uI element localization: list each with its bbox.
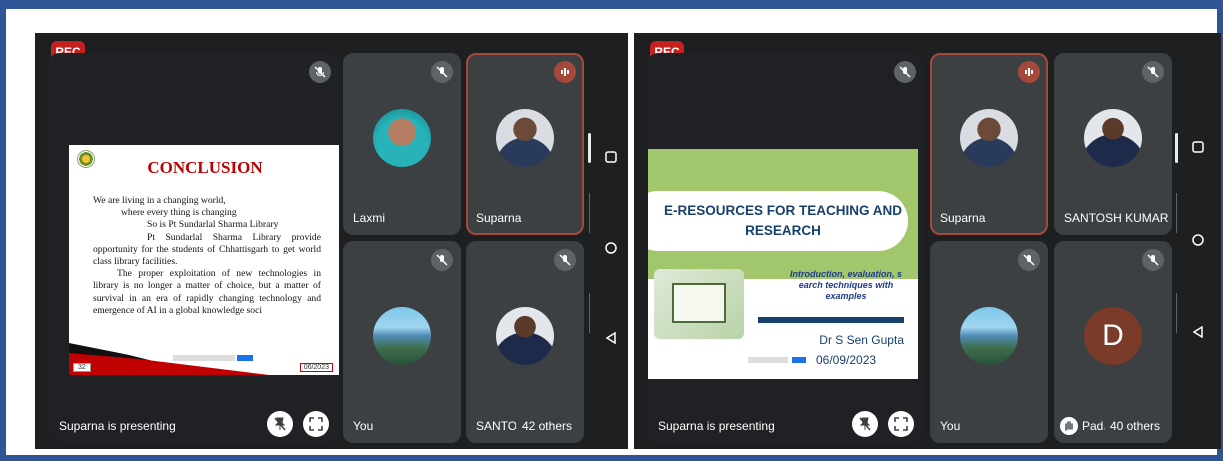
avatar <box>373 307 431 365</box>
document-frame: REC CONCLUSION We are living in a changi… <box>6 9 1221 455</box>
back-button[interactable] <box>602 329 620 347</box>
slide-subtitle: Introduction, evaluation, s earch techni… <box>789 269 902 301</box>
others-count-badge[interactable]: 40 others <box>1103 415 1166 437</box>
android-nav-bar <box>594 33 628 449</box>
divider <box>1176 193 1177 233</box>
fullscreen-button[interactable] <box>303 411 329 437</box>
slide-page-number: 32 <box>73 363 91 372</box>
mic-off-icon <box>431 61 453 83</box>
avatar <box>496 307 554 365</box>
pin-off-icon <box>274 417 286 431</box>
participant-name: Laxmi <box>353 211 386 225</box>
avatar: D <box>1084 307 1142 365</box>
toolbar-mini <box>173 355 235 361</box>
square-icon <box>1192 141 1204 153</box>
recents-button[interactable] <box>1189 138 1207 156</box>
slide-date: 06/09/2023 <box>816 353 877 367</box>
participant-tile-suparna[interactable]: Suparna <box>466 53 584 235</box>
presentation-tile[interactable]: CONCLUSION We are living in a changing w… <box>49 53 339 443</box>
participant-name: Suparna <box>940 211 986 225</box>
mic-off-icon <box>894 61 916 83</box>
presenting-label: Suparna is presenting <box>59 419 176 433</box>
avatar <box>960 109 1018 167</box>
participant-name: Suparna <box>476 211 522 225</box>
participant-tile-you[interactable]: You <box>343 241 461 443</box>
e-resources-slide: E-RESOURCES FOR TEACHING AND RESEARCH In… <box>648 149 918 379</box>
pin-off-icon <box>859 417 871 431</box>
mic-off-icon <box>1142 61 1164 83</box>
conclusion-slide: CONCLUSION We are living in a changing w… <box>69 145 339 375</box>
speaking-icon <box>554 61 576 83</box>
triangle-back-icon <box>605 332 616 344</box>
slide-title: CONCLUSION <box>147 158 263 177</box>
scrollbar[interactable] <box>588 133 591 163</box>
toolbar-mini-button <box>237 355 253 361</box>
unpin-button[interactable] <box>852 411 878 437</box>
participant-tile-pada[interactable]: D Pada 40 others <box>1054 241 1172 443</box>
home-button[interactable] <box>1189 231 1207 249</box>
avatar <box>373 109 431 167</box>
unpin-button[interactable] <box>267 411 293 437</box>
participant-name: SANTOSH KUMAR <box>1064 211 1169 225</box>
slide-page-number: 1 <box>652 361 658 371</box>
divider <box>1176 293 1177 333</box>
tablet-illustration <box>654 269 744 339</box>
meet-screenshot-2: REC E-RESOURCES FOR TEACHING AND RESEARC… <box>634 33 1221 449</box>
meet-screenshot-1: REC CONCLUSION We are living in a changi… <box>35 33 628 449</box>
back-button[interactable] <box>1189 323 1207 341</box>
circle-icon <box>605 242 617 254</box>
square-icon <box>605 151 617 163</box>
slide-title: E-RESOURCES FOR TEACHING AND RESEARCH <box>663 203 902 238</box>
slide-date: 06/2023 <box>299 363 333 372</box>
participant-tile-suparna[interactable]: Suparna <box>930 53 1048 235</box>
triangle-back-icon <box>1192 326 1203 338</box>
toolbar-mini <box>748 357 788 363</box>
mic-off-icon <box>309 61 331 83</box>
speaking-icon <box>1018 61 1040 83</box>
avatar <box>1084 109 1142 167</box>
participant-tile-santosh[interactable]: SANTOSH 42 others <box>466 241 584 443</box>
participant-tile-you[interactable]: You <box>930 241 1048 443</box>
slide-divider-bar <box>758 317 904 323</box>
fullscreen-button[interactable] <box>888 411 914 437</box>
presenting-label: Suparna is presenting <box>658 419 775 433</box>
divider <box>589 293 590 333</box>
toolbar-mini-button <box>792 357 806 363</box>
fullscreen-icon <box>309 417 323 431</box>
presentation-tile[interactable]: E-RESOURCES FOR TEACHING AND RESEARCH In… <box>648 53 924 443</box>
mic-off-icon <box>1018 249 1040 271</box>
slide-body: We are living in a changing world, where… <box>93 195 321 316</box>
android-nav-bar <box>1181 33 1221 449</box>
others-count-badge[interactable]: 42 others <box>515 415 578 437</box>
participant-name: You <box>940 419 961 433</box>
mic-off-icon <box>554 249 576 271</box>
fullscreen-icon <box>894 417 908 431</box>
mic-off-icon <box>431 249 453 271</box>
divider <box>589 193 590 233</box>
home-button[interactable] <box>602 239 620 257</box>
slide-author: Dr S Sen Gupta <box>819 333 904 347</box>
recents-button[interactable] <box>602 148 620 166</box>
raised-hand-icon <box>1060 417 1078 435</box>
circle-icon <box>1192 234 1204 246</box>
mic-off-icon <box>1142 249 1164 271</box>
avatar <box>960 307 1018 365</box>
participant-tile-santosh-kumar[interactable]: SANTOSH KUMAR <box>1054 53 1172 235</box>
scrollbar[interactable] <box>1175 133 1178 163</box>
avatar <box>496 109 554 167</box>
slide-footer-wedge <box>69 343 339 375</box>
participant-name: You <box>353 419 374 433</box>
participant-tile-laxmi[interactable]: Laxmi <box>343 53 461 235</box>
